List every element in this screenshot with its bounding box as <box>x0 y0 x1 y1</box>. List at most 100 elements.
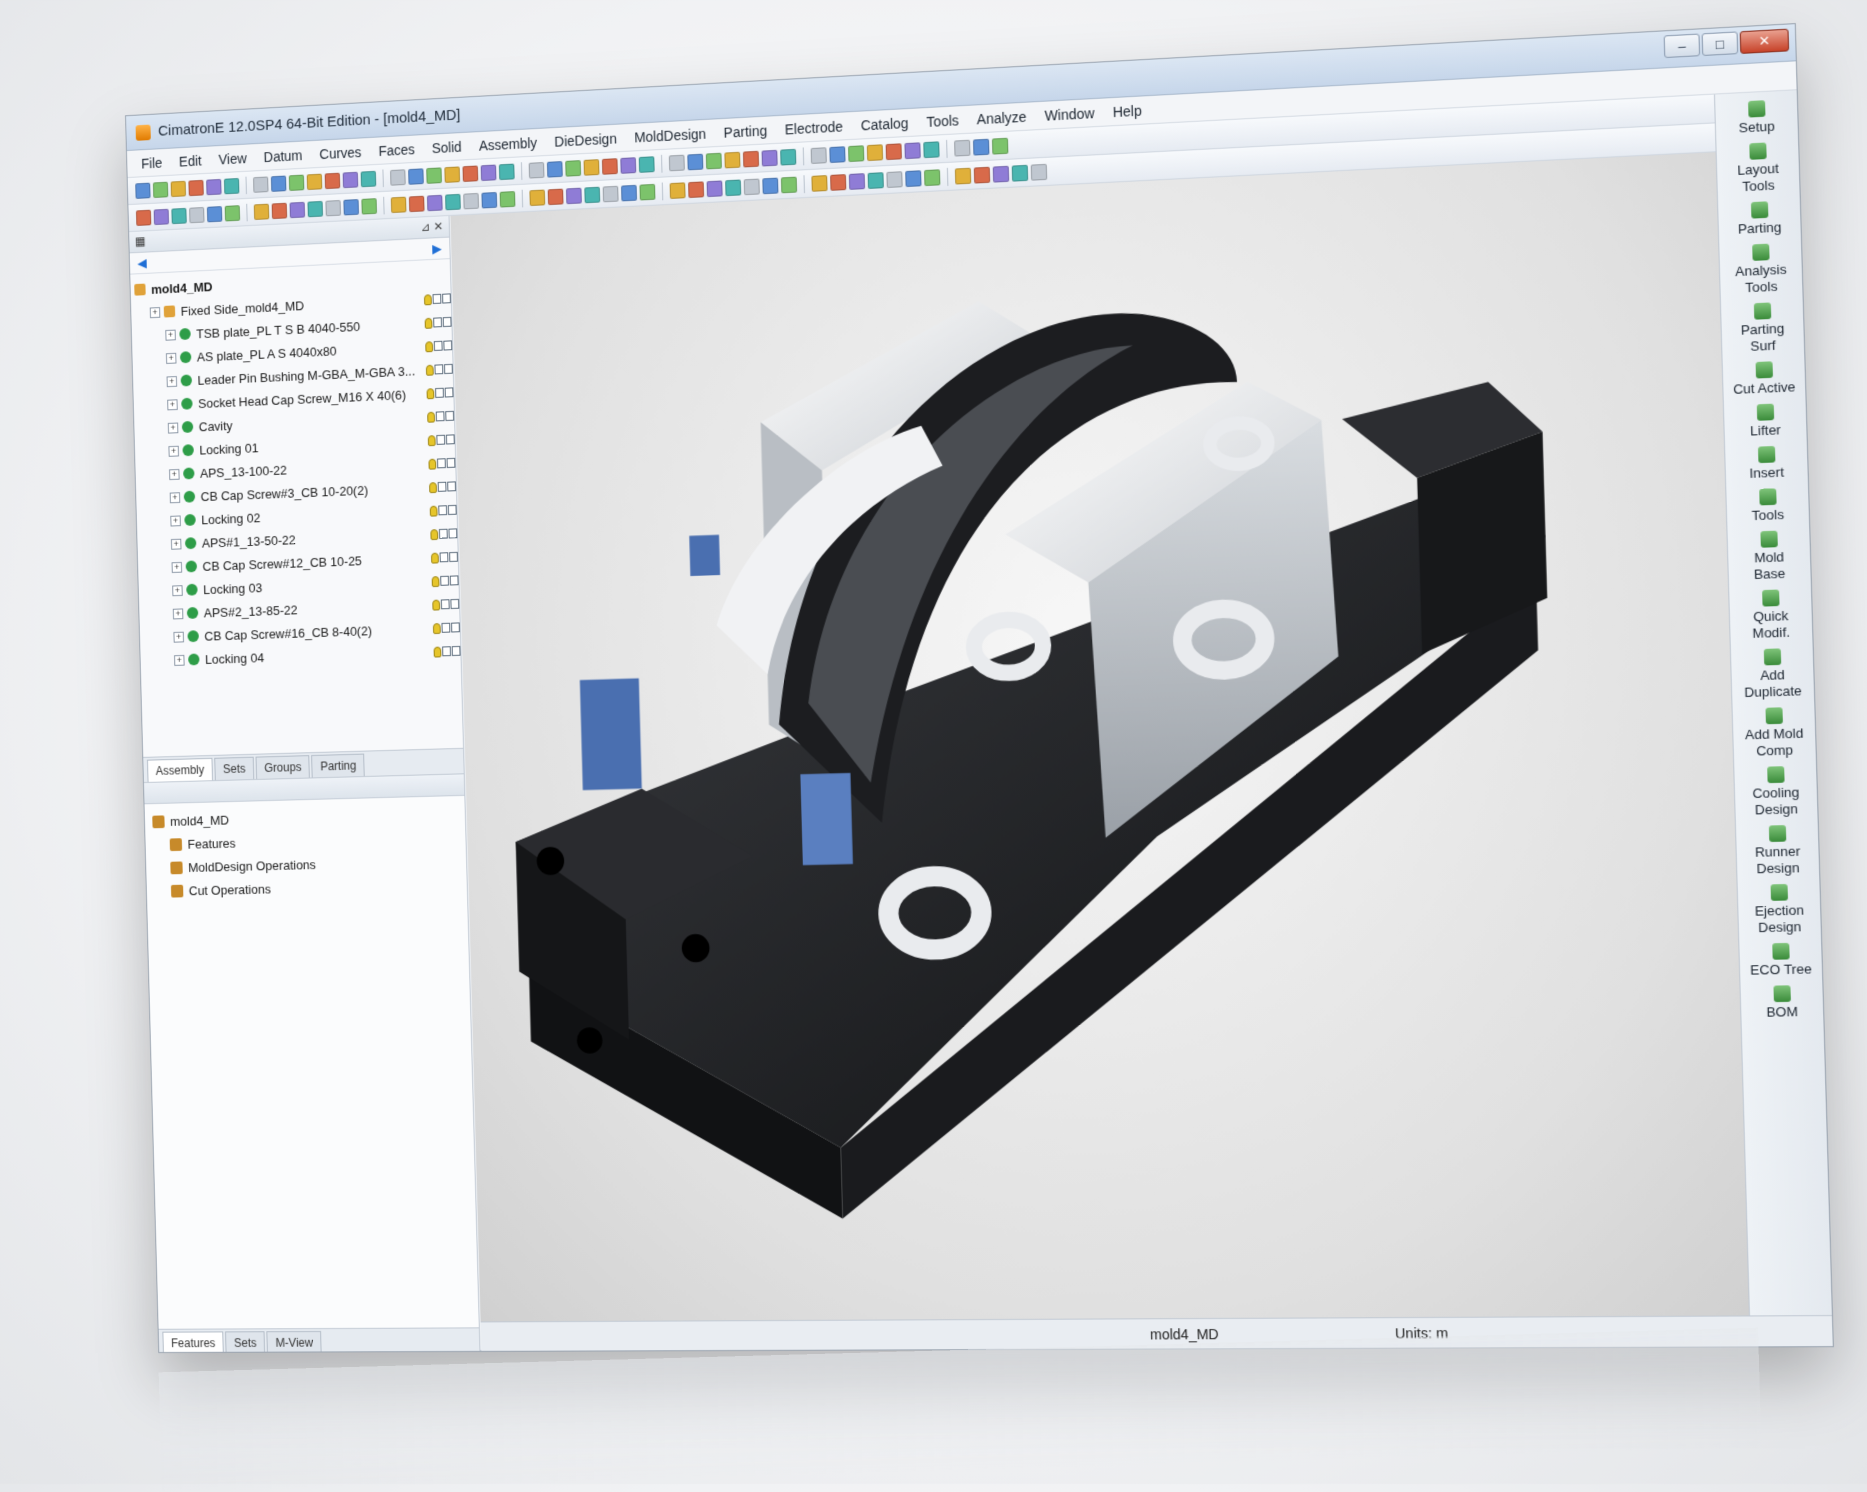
lightbulb-icon[interactable] <box>428 458 436 469</box>
toolbar-tool-icon[interactable] <box>867 144 883 161</box>
lightbulb-icon[interactable] <box>432 576 440 587</box>
lightbulb-icon[interactable] <box>426 388 434 399</box>
toolbar-tool-icon[interactable] <box>189 207 204 223</box>
toolbar-tool-icon[interactable] <box>499 163 515 179</box>
toolbar-tool-icon[interactable] <box>171 207 186 223</box>
expand-icon[interactable]: + <box>166 352 177 363</box>
toolbar-tool-icon[interactable] <box>207 206 222 222</box>
tool-eco-tree[interactable]: ECO Tree <box>1739 942 1822 979</box>
toolbar-tool-icon[interactable] <box>153 181 168 197</box>
toolbar-tool-icon[interactable] <box>687 153 703 170</box>
mold-model[interactable] <box>450 152 1748 1321</box>
3d-viewport[interactable] <box>450 152 1748 1321</box>
tab-groups[interactable]: Groups <box>256 755 311 779</box>
lightbulb-icon[interactable] <box>430 505 438 516</box>
menu-view[interactable]: View <box>210 149 256 167</box>
toolbar-tool-icon[interactable] <box>603 185 619 202</box>
toolbar-tool-icon[interactable] <box>688 181 704 198</box>
tab-features[interactable]: Features <box>162 1331 224 1353</box>
toolbar-tool-icon[interactable] <box>408 168 424 184</box>
toolbar-tool-icon[interactable] <box>584 159 600 176</box>
toolbar-tool-icon[interactable] <box>811 147 827 164</box>
menu-parting[interactable]: Parting <box>715 122 776 141</box>
toolbar-tool-icon[interactable] <box>529 162 545 179</box>
visibility-status[interactable] <box>429 481 456 493</box>
toolbar-tool-icon[interactable] <box>290 201 306 217</box>
tool-layout-tools[interactable]: Layout Tools <box>1716 141 1799 197</box>
minimize-button[interactable]: – <box>1664 34 1701 59</box>
toolbar-tool-icon[interactable] <box>391 196 407 212</box>
toolbar-tool-icon[interactable] <box>343 199 359 215</box>
menu-help[interactable]: Help <box>1103 102 1151 121</box>
visibility-status[interactable] <box>432 598 459 610</box>
toolbar-tool-icon[interactable] <box>707 180 723 197</box>
toolbar-tool-icon[interactable] <box>361 198 377 214</box>
tool-parting-surf[interactable]: Parting Surf <box>1721 301 1804 356</box>
visibility-status[interactable] <box>425 316 452 328</box>
toolbar-tool-icon[interactable] <box>272 202 287 218</box>
toolbar-tool-icon[interactable] <box>904 142 920 159</box>
toolbar-tool-icon[interactable] <box>829 146 845 163</box>
tool-lifter[interactable]: Lifter <box>1724 402 1807 440</box>
toolbar-tool-icon[interactable] <box>154 208 169 224</box>
toolbar-tool-icon[interactable] <box>289 174 305 190</box>
menu-file[interactable]: File <box>133 154 171 171</box>
expand-icon[interactable]: + <box>165 329 176 340</box>
lightbulb-icon[interactable] <box>425 341 433 352</box>
toolbar-tool-icon[interactable] <box>744 178 760 195</box>
expand-icon[interactable]: + <box>171 538 182 549</box>
expand-icon[interactable]: + <box>172 561 183 572</box>
close-button[interactable]: ✕ <box>1740 29 1789 54</box>
tool-ejection-design[interactable]: Ejection Design <box>1738 883 1821 936</box>
expand-icon[interactable]: + <box>168 422 179 433</box>
toolbar-tool-icon[interactable] <box>868 172 884 189</box>
toolbar-tool-icon[interactable] <box>225 205 240 221</box>
tool-tools[interactable]: Tools <box>1726 487 1809 525</box>
tool-cooling-design[interactable]: Cooling Design <box>1734 765 1817 819</box>
toolbar-tool-icon[interactable] <box>529 189 545 206</box>
menu-datum[interactable]: Datum <box>255 146 311 165</box>
visibility-status[interactable] <box>432 575 459 587</box>
toolbar-tool-icon[interactable] <box>462 165 478 181</box>
tab-assembly[interactable]: Assembly <box>147 758 213 782</box>
toolbar-tool-icon[interactable] <box>136 209 151 225</box>
maximize-button[interactable]: □ <box>1702 31 1739 56</box>
toolbar-tool-icon[interactable] <box>621 184 637 201</box>
toolbar-tool-icon[interactable] <box>409 195 425 211</box>
menu-diedesign[interactable]: DieDesign <box>546 130 626 150</box>
toolbar-tool-icon[interactable] <box>973 138 989 155</box>
toolbar-tool-icon[interactable] <box>848 145 864 162</box>
toolbar-tool-icon[interactable] <box>924 169 940 186</box>
toolbar-tool-icon[interactable] <box>566 187 582 204</box>
toolbar-tool-icon[interactable] <box>547 161 563 178</box>
visibility-status[interactable] <box>430 504 457 516</box>
toolbar-tool-icon[interactable] <box>444 166 460 182</box>
toolbar-tool-icon[interactable] <box>886 171 902 188</box>
toolbar-tool-icon[interactable] <box>849 173 865 190</box>
toolbar-tool-icon[interactable] <box>254 203 269 219</box>
lightbulb-icon[interactable] <box>432 599 440 610</box>
toolbar-tool-icon[interactable] <box>781 176 797 193</box>
toolbar-tool-icon[interactable] <box>905 170 921 187</box>
menu-tools[interactable]: Tools <box>917 111 968 130</box>
toolbar-tool-icon[interactable] <box>669 154 685 171</box>
menu-faces[interactable]: Faces <box>370 140 424 158</box>
lightbulb-icon[interactable] <box>426 364 434 375</box>
toolbar-tool-icon[interactable] <box>171 180 186 196</box>
toolbar-tool-icon[interactable] <box>481 164 497 180</box>
menu-window[interactable]: Window <box>1035 104 1104 124</box>
menu-analyze[interactable]: Analyze <box>968 108 1036 128</box>
menu-assembly[interactable]: Assembly <box>470 134 546 154</box>
menu-electrode[interactable]: Electrode <box>776 118 852 138</box>
tool-bom[interactable]: BOM <box>1741 985 1824 1022</box>
visibility-status[interactable] <box>428 457 455 469</box>
toolbar-tool-icon[interactable] <box>602 158 618 175</box>
tab-sets[interactable]: Sets <box>214 757 254 780</box>
lightbulb-icon[interactable] <box>425 317 433 328</box>
toolbar-tool-icon[interactable] <box>463 192 479 208</box>
toolbar-tool-icon[interactable] <box>743 150 759 167</box>
toolbar-tool-icon[interactable] <box>343 171 359 187</box>
toolbar-tool-icon[interactable] <box>390 169 406 185</box>
tool-setup[interactable]: Setup <box>1715 99 1798 138</box>
toolbar-tool-icon[interactable] <box>993 165 1009 182</box>
